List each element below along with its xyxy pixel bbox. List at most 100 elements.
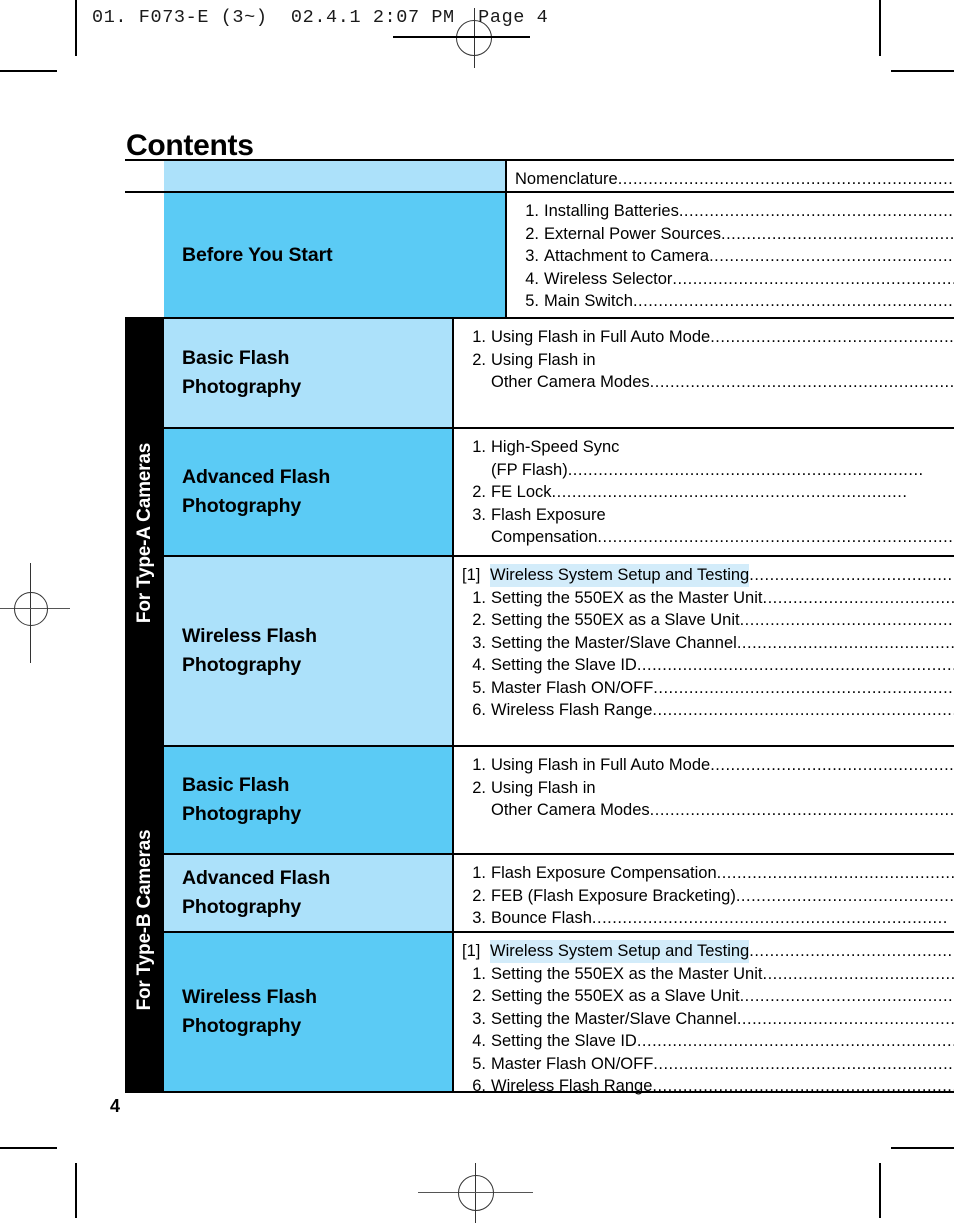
- toc-entry[interactable]: 2.Using Flash in........................…: [462, 349, 954, 372]
- tab-column-a: [125, 429, 164, 555]
- tab-column-a: [125, 319, 164, 427]
- toc-leader-dots: ........................................…: [763, 587, 954, 610]
- toc-entry[interactable]: 1.Setting the 550EX as the Master Unit..…: [462, 587, 954, 610]
- toc-entry-title: Setting the Slave ID: [491, 654, 637, 677]
- toc-leader-dots: ........................................…: [552, 481, 954, 504]
- toc-entry-title: Setting the Slave ID: [491, 1030, 637, 1053]
- toc-leader-dots: ........................................…: [737, 1008, 954, 1031]
- toc-entry-title: Master Flash ON/OFF: [491, 1053, 653, 1076]
- toc-entry-number: 2.: [462, 985, 486, 1008]
- crop-mark-top-right-vertical: [879, 0, 881, 56]
- toc-entry-number: 2.: [462, 481, 486, 504]
- toc-leader-dots: ........................................…: [653, 677, 954, 700]
- crop-mark-left-bottom-horizontal: [0, 1147, 57, 1149]
- toc-entry[interactable]: (FP Flash)..............................…: [462, 459, 954, 482]
- toc-entry[interactable]: 2.External Power Sources................…: [515, 223, 954, 246]
- toc-entry-title: Bounce Flash: [491, 907, 592, 930]
- toc-entry-number: 3.: [462, 1008, 486, 1031]
- crop-mark-top-left-vertical: [75, 0, 77, 56]
- toc-leader-dots: ........................................…: [637, 654, 954, 677]
- toc-entry-title: Installing Batteries: [544, 200, 679, 223]
- toc-entry-title: Attachment to Camera: [544, 245, 709, 268]
- toc-section-label-cell: Wireless FlashPhotography: [164, 557, 454, 745]
- toc-leader-dots: ........................................…: [653, 1053, 954, 1076]
- toc-entry[interactable]: 1.High-Speed Sync.......................…: [462, 436, 954, 459]
- toc-entry-title: Using Flash in: [491, 349, 596, 372]
- toc-entry-number: 2.: [462, 885, 486, 908]
- toc-entry[interactable]: 5.Main Switch...........................…: [515, 290, 954, 313]
- toc-section-row: Advanced FlashPhotography1.Flash Exposur…: [125, 855, 954, 933]
- toc-entry[interactable]: 6.Wireless Flash Range..................…: [462, 699, 954, 722]
- toc-entry[interactable]: 2.Setting the 550EX as a Slave Unit.....…: [462, 985, 954, 1008]
- toc-leader-dots: ........................................…: [568, 459, 954, 482]
- registration-mark-left-circle: [14, 592, 48, 626]
- toc-entry-number: 2.: [462, 609, 486, 632]
- toc-entry[interactable]: 3.Attachment to Camera..................…: [515, 245, 954, 268]
- toc-entry[interactable]: 3.Bounce Flash..........................…: [462, 907, 954, 930]
- toc-entry-title: Setting the Master/Slave Channel: [491, 1008, 737, 1031]
- tab-column-b: [125, 747, 164, 853]
- toc-entry[interactable]: 6.Wireless Flash Range..................…: [462, 1075, 954, 1098]
- toc-section-label-cell: Basic FlashPhotography: [164, 319, 454, 427]
- toc-entry-list: 1.Using Flash in Full Auto Mode.........…: [454, 747, 954, 853]
- toc-entry-number: 2.: [462, 349, 486, 372]
- toc-leader-dots: ........................................…: [592, 907, 954, 930]
- toc-section-row: Advanced FlashPhotography1.High-Speed Sy…: [125, 429, 954, 557]
- toc-section-label-cell: [164, 161, 507, 191]
- toc-leader-dots: ........................................…: [650, 799, 954, 822]
- toc-leader-dots: ........................................…: [709, 245, 954, 268]
- toc-entry[interactable]: 5.Master Flash ON/OFF...................…: [462, 1053, 954, 1076]
- toc-entry-number: 1.: [462, 436, 486, 459]
- toc-entry[interactable]: 4.Setting the Slave ID..................…: [462, 654, 954, 677]
- toc-entry-title: Wireless System Setup and Testing: [490, 940, 749, 963]
- toc-entry[interactable]: Other Camera Modes......................…: [462, 799, 954, 822]
- toc-entry[interactable]: 4.Setting the Slave ID..................…: [462, 1030, 954, 1053]
- toc-entry[interactable]: 1.Installing Batteries..................…: [515, 200, 954, 223]
- toc-entry-number: 3.: [515, 245, 539, 268]
- toc-leader-dots: ........................................…: [710, 754, 954, 777]
- toc-entry[interactable]: 2.FEB (Flash Exposure Bracketing).......…: [462, 885, 954, 908]
- toc-entry-number: 4.: [462, 1030, 486, 1053]
- tab-column-spacer: [125, 193, 164, 317]
- toc-entry[interactable]: 2.Using Flash in........................…: [462, 777, 954, 800]
- toc-entry-number: 5.: [462, 677, 486, 700]
- toc-entry[interactable]: [1]Wireless System Setup and Testing....…: [462, 564, 954, 587]
- toc-entry-title: Setting the 550EX as the Master Unit: [491, 587, 763, 610]
- toc-entry-number: 1.: [462, 963, 486, 986]
- toc-entry[interactable]: 3.Setting the Master/Slave Channel......…: [462, 632, 954, 655]
- toc-section-label-cell: Before You Start: [164, 193, 507, 317]
- toc-entry[interactable]: 2.Setting the 550EX as a Slave Unit.....…: [462, 609, 954, 632]
- toc-leader-dots: ........................................…: [597, 526, 954, 549]
- toc-entry[interactable]: Other Camera Modes......................…: [462, 371, 954, 394]
- toc-entry[interactable]: 2.FE Lock...............................…: [462, 481, 954, 504]
- toc-leader-dots: ........................................…: [740, 985, 954, 1008]
- toc-entry[interactable]: 1.Flash Exposure Compensation...........…: [462, 862, 954, 885]
- toc-entry[interactable]: 3.Flash Exposure........................…: [462, 504, 954, 527]
- toc-entry[interactable]: 5.Master Flash ON/OFF...................…: [462, 677, 954, 700]
- toc-entry[interactable]: 3.Setting the Master/Slave Channel......…: [462, 1008, 954, 1031]
- toc-section-label: Basic FlashPhotography: [164, 344, 301, 401]
- toc-entry[interactable]: 1.Setting the 550EX as the Master Unit..…: [462, 963, 954, 986]
- toc-entry-title: Wireless Flash Range: [491, 1075, 652, 1098]
- print-slug-line: 01. F073-E (3~) 02.4.1 2:07 PM Page 4: [92, 7, 548, 28]
- toc-entry-number: 3.: [462, 907, 486, 930]
- crop-mark-left-top-horizontal: [0, 70, 57, 72]
- toc-entry-title: Setting the 550EX as the Master Unit: [491, 963, 763, 986]
- toc-entry[interactable]: 1.Using Flash in Full Auto Mode.........…: [462, 754, 954, 777]
- toc-section-row: Wireless FlashPhotography [1]Wireless Sys…: [125, 557, 954, 747]
- toc-leader-dots: ........................................…: [679, 200, 954, 223]
- toc-section-label-cell: Wireless FlashPhotography: [164, 933, 454, 1091]
- toc-entry[interactable]: Compensation............................…: [462, 526, 954, 549]
- toc-entry[interactable]: Nomenclature............................…: [515, 168, 954, 191]
- slug-underline: [393, 36, 530, 38]
- toc-entry-title: Main Switch: [544, 290, 633, 313]
- toc-section-label-cell: Basic FlashPhotography: [164, 747, 454, 853]
- toc-entry[interactable]: 4.Wireless Selector.....................…: [515, 268, 954, 291]
- toc-entry-list: Nomenclature............................…: [507, 161, 954, 191]
- toc-entry-title: Flash Exposure: [491, 504, 606, 527]
- toc-entry-list: 1.Flash Exposure Compensation...........…: [454, 855, 954, 931]
- toc-leader-dots: ........................................…: [737, 632, 954, 655]
- toc-entry[interactable]: 1.Using Flash in Full Auto Mode.........…: [462, 326, 954, 349]
- toc-leader-dots: ........................................…: [710, 326, 954, 349]
- toc-entry[interactable]: [1]Wireless System Setup and Testing....…: [462, 940, 954, 963]
